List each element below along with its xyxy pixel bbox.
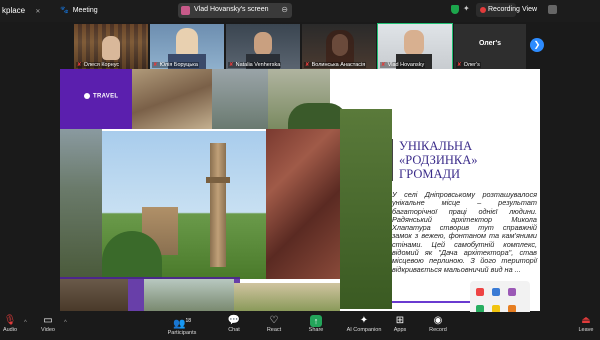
shared-screen-slide: TRAVEL УНІКАЛЬНА «РОДЗИНКА» ГРОМАДИ У се… (60, 69, 540, 311)
slide-body-text: У селі Дніпровському розташувалося уніка… (392, 190, 537, 274)
workspace-tab[interactable]: kplace ✕ (2, 6, 40, 15)
audio-label: Audio (2, 327, 18, 333)
slide-heading: УНІКАЛЬНА «РОДЗИНКА» ГРОМАДИ (392, 139, 539, 181)
record-button[interactable]: ◉ Record (418, 315, 458, 333)
avatar (404, 30, 424, 56)
close-icon[interactable]: ✕ (35, 9, 40, 15)
apps-grid-icon: ⊞ (395, 315, 405, 326)
heart-icon: ♡ (269, 315, 279, 326)
photo-bottom-figure (144, 279, 234, 311)
participant-name: ✘ Vlad Hovansky (380, 62, 426, 68)
sparkle-icon[interactable]: ✦ (463, 4, 470, 13)
chat-button[interactable]: 💬 Chat (214, 315, 254, 333)
tower-icon (210, 143, 226, 267)
participant-tile[interactable]: Олег's ✘ Олег's (454, 24, 526, 69)
heading-line: «РОДЗИНКА» (399, 153, 478, 167)
participant-strip: ✘ Олеся Корнус ✘ Юлія Боруцька ✘ Natalia Ve… (74, 23, 526, 70)
app-icon[interactable] (476, 288, 484, 296)
mic-muted-icon: ✘ (229, 62, 234, 68)
screen-tab-label: Vlad Hovansky's screen (194, 6, 269, 13)
photo-stone-wall (266, 129, 340, 279)
ai-companion-label: AI Companion (346, 327, 382, 333)
participants-count: 18 (185, 318, 191, 324)
apps-label: Apps (393, 327, 407, 333)
tower-balcony (206, 177, 230, 183)
photo-green-forest (340, 109, 392, 309)
participant-name: ✘ Олеся Корнус (76, 62, 121, 68)
mic-muted-icon: ✘ (77, 62, 82, 68)
record-label: Record (429, 327, 447, 333)
participant-name: ✘ Natalia Venherska (228, 62, 282, 68)
photo-stone-castle (132, 69, 212, 129)
chat-bubble-icon: 💬 (227, 315, 241, 326)
avatar-hair (326, 30, 354, 64)
video-button[interactable]: ▭ Video (28, 315, 68, 333)
recording-indicator[interactable]: Recording (476, 3, 520, 17)
view-button[interactable]: View (522, 6, 537, 13)
meeting-label: Meeting (72, 7, 98, 14)
react-button[interactable]: ♡ React (254, 315, 294, 333)
slide-text-panel: УНІКАЛЬНА «РОДЗИНКА» ГРОМАДИ У селі Дніп… (392, 139, 538, 304)
close-icon[interactable]: ⊖ (281, 5, 288, 14)
share-arrow-icon: ↑ (310, 315, 322, 327)
leave-icon: ⏏ (581, 315, 591, 326)
participants-icon: 👥18 (172, 318, 191, 330)
avatar (254, 32, 272, 56)
participant-tile-title: Олег's (478, 40, 502, 47)
heading-line: УНІКАЛЬНА (399, 139, 473, 153)
chat-label: Chat (228, 327, 240, 333)
chevron-up-icon[interactable]: ^ (24, 320, 27, 326)
photo-bottom-path (234, 283, 340, 311)
mic-muted-icon: ✘ (381, 62, 386, 68)
meeting-tab[interactable]: 🐾 Meeting (60, 6, 98, 14)
chevron-up-icon[interactable]: ^ (64, 320, 67, 326)
heading-line: ГРОМАДИ (399, 167, 461, 181)
app-icon[interactable] (508, 288, 516, 296)
next-page-arrow-icon[interactable]: ❯ (530, 38, 544, 52)
participant-tile[interactable]: ✘ Олеся Корнус (74, 24, 148, 69)
mic-muted-icon: ✘ (305, 62, 310, 68)
photo-rocky-cliff (60, 129, 102, 279)
video-camera-icon: ▭ (43, 315, 53, 326)
participant-name: ✘ Волинська Анастасія (304, 62, 367, 68)
screen-share-tab[interactable]: Vlad Hovansky's screen ⊖ (178, 3, 292, 18)
record-dot-icon (480, 7, 486, 13)
mic-muted-icon: ✘ (457, 62, 462, 68)
leave-button[interactable]: ⏏ Leave (572, 315, 600, 335)
video-label: Video (41, 327, 55, 333)
travel-logo: TRAVEL (84, 93, 118, 100)
meeting-toolbar: 🎙 Audio ^ ▭ Video ^ 👥18 Participants 💬 C… (0, 312, 600, 340)
globe-icon (84, 93, 90, 99)
participants-button[interactable]: 👥18 Participants (162, 315, 202, 336)
paw-icon: 🐾 (60, 7, 69, 14)
screen-icon (181, 6, 190, 15)
photo-bottom-stone (60, 279, 128, 311)
security-shield-icon[interactable] (451, 5, 459, 14)
participant-tile[interactable]: ✘ Юлія Боруцька (150, 24, 224, 69)
title-bar: kplace ✕ 🐾 Meeting Vlad Hovansky's screen… (0, 0, 600, 22)
participant-tile[interactable]: ✘ Волинська Анастасія (302, 24, 376, 69)
recording-label: Recording (488, 6, 520, 13)
workspace-label: kplace (2, 6, 26, 15)
react-label: React (266, 327, 282, 333)
record-icon: ◉ (433, 315, 443, 326)
participant-tile-active-speaker[interactable]: ✘ Vlad Hovansky (377, 23, 453, 70)
participants-label: Participants (167, 330, 197, 337)
avatar (102, 36, 120, 60)
participant-tile[interactable]: ✘ Natalia Venherska (226, 24, 300, 69)
view-label: View (522, 6, 538, 13)
photo-statue (212, 69, 268, 129)
apps-button[interactable]: ⊞ Apps (380, 315, 420, 333)
share-button[interactable]: ↑ Share (296, 315, 336, 333)
app-icon[interactable] (492, 288, 500, 296)
mic-muted-icon: ✘ (153, 62, 158, 68)
participant-name: ✘ Олег's (456, 62, 481, 68)
share-label: Share (308, 327, 324, 333)
participant-name: ✘ Юлія Боруцька (152, 62, 199, 68)
photo-lighthouse-tower (102, 131, 272, 279)
leave-label: Leave (578, 327, 594, 333)
window-control-icon[interactable] (548, 5, 557, 14)
